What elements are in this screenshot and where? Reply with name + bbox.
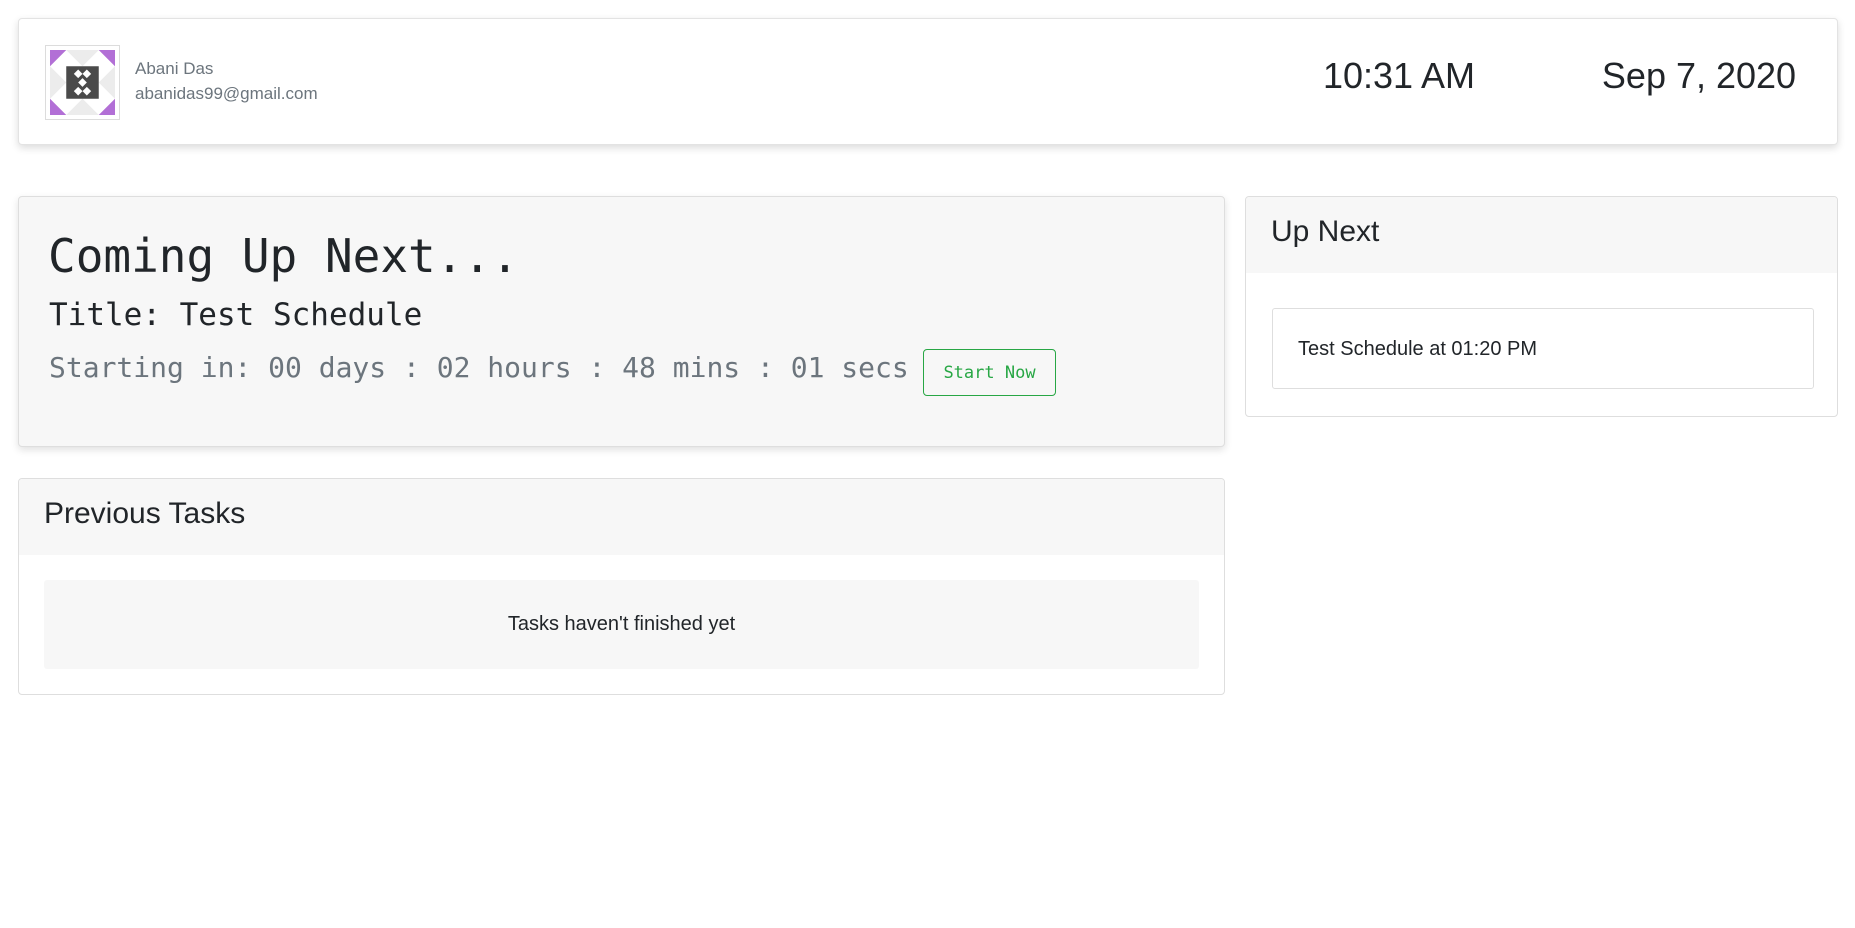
current-date: Sep 7, 2020 xyxy=(1601,55,1797,96)
up-next-title: Up Next xyxy=(1271,215,1380,248)
up-next-item[interactable]: Test Schedule at 01:20 PM xyxy=(1272,308,1814,389)
coming-up-heading: Coming Up Next... xyxy=(48,229,519,283)
previous-tasks-header: Previous Tasks xyxy=(19,479,1224,555)
previous-tasks-card: Previous Tasks Tasks haven't finished ye… xyxy=(18,478,1225,695)
start-now-button[interactable]: Start Now xyxy=(923,349,1056,396)
up-next-card: Up Next Test Schedule at 01:20 PM xyxy=(1245,196,1838,417)
up-next-item-label: Test Schedule at 01:20 PM xyxy=(1298,338,1538,360)
up-next-header: Up Next xyxy=(1246,197,1837,273)
coming-up-next-card: Coming Up Next... Title: Test Schedule S… xyxy=(18,196,1225,447)
schedule-title: Title: Test Schedule xyxy=(49,297,423,333)
user-email: abanidas99@gmail.com xyxy=(135,84,318,103)
user-name: Abani Das xyxy=(135,59,214,78)
user-avatar[interactable] xyxy=(45,45,120,120)
top-bar: Abani Das abanidas99@gmail.com 10:31 AM … xyxy=(18,18,1838,145)
previous-tasks-empty-message: Tasks haven't finished yet xyxy=(44,580,1199,669)
current-time: 10:31 AM xyxy=(1322,55,1476,96)
countdown-timer: Starting in: 00 days : 02 hours : 48 min… xyxy=(49,351,909,384)
previous-tasks-title: Previous Tasks xyxy=(44,497,246,530)
identicon-avatar-icon xyxy=(50,50,115,115)
